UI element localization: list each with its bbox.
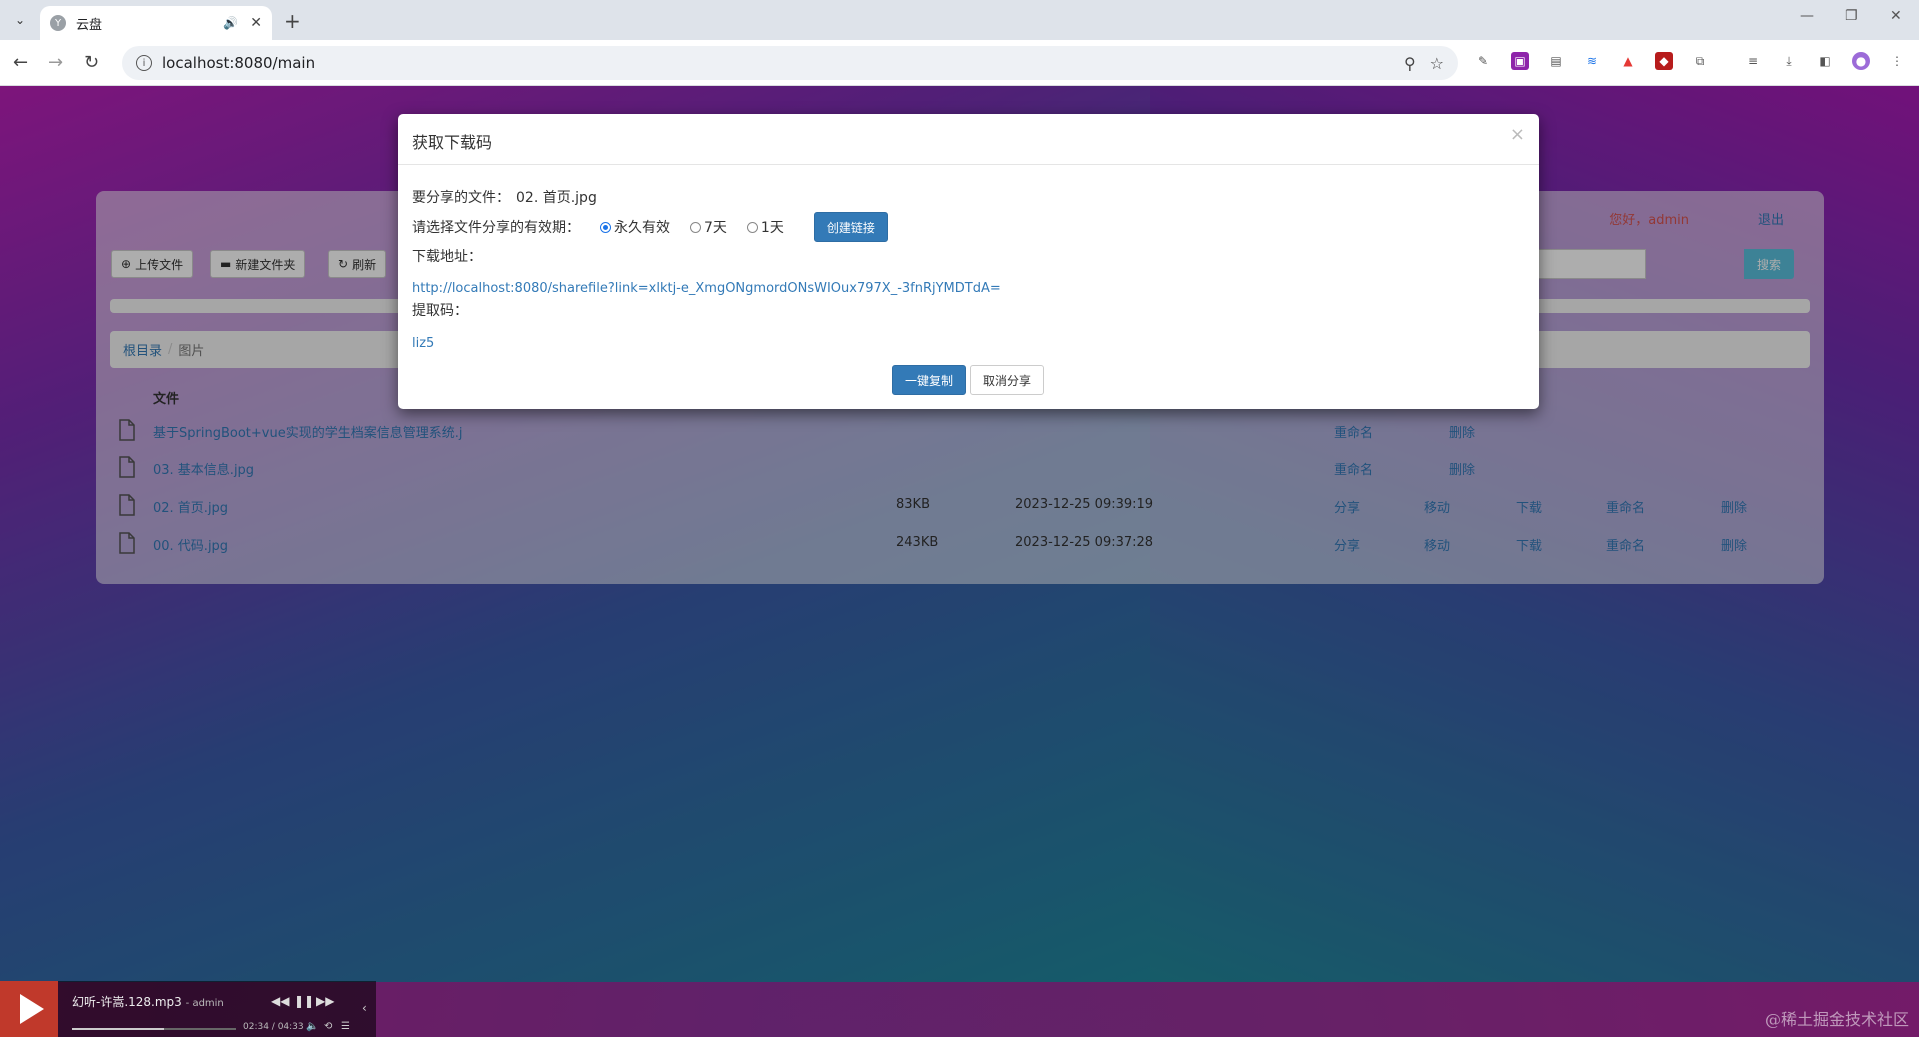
code-label: 提取码： bbox=[412, 303, 468, 319]
radio-1-day[interactable]: 1天 bbox=[746, 217, 784, 237]
radio-7-days[interactable]: 7天 bbox=[690, 217, 727, 237]
media-control-icon[interactable]: ≡ bbox=[1744, 52, 1762, 70]
zoom-icon[interactable]: ⚲ bbox=[1404, 54, 1416, 73]
toolbar: ← → ↻ i localhost:8080/main ⚲ ☆ ✎ ▣ ▤ ≋ … bbox=[0, 40, 1919, 86]
next-icon[interactable]: ▶▶ bbox=[316, 994, 334, 1008]
play-button[interactable] bbox=[0, 981, 58, 1037]
new-tab-icon[interactable]: + bbox=[284, 9, 301, 33]
share-file-label: 要分享的文件： bbox=[412, 190, 510, 206]
progress-slider[interactable] bbox=[72, 1028, 236, 1030]
volume-icon[interactable]: 🔈 bbox=[306, 1021, 318, 1032]
share-file-name: 02. 首页.jpg bbox=[516, 190, 597, 206]
extension-icon[interactable]: ▣ bbox=[1511, 52, 1529, 70]
extension-icon[interactable]: ≋ bbox=[1583, 52, 1601, 70]
previous-icon[interactable]: ◀◀ bbox=[271, 994, 289, 1008]
close-icon[interactable]: × bbox=[1510, 124, 1525, 145]
downloads-icon[interactable]: ⤓ bbox=[1780, 52, 1798, 70]
validity-label: 请选择文件分享的有效期： bbox=[412, 220, 580, 236]
collapse-player-icon[interactable]: ‹ bbox=[362, 1001, 367, 1015]
time-readout: 02:34 / 04:33 bbox=[243, 1022, 304, 1032]
download-label: 下载地址： bbox=[412, 249, 482, 265]
download-url-link[interactable]: http://localhost:8080/sharefile?link=xlk… bbox=[412, 281, 1001, 296]
side-panel-icon[interactable]: ◧ bbox=[1816, 52, 1834, 70]
ublock-icon[interactable]: ◆ bbox=[1655, 52, 1673, 70]
share-modal: 获取下载码 × 要分享的文件： 02. 首页.jpg 请选择文件分享的有效期： … bbox=[398, 114, 1539, 409]
forward-icon[interactable]: → bbox=[48, 52, 63, 73]
extension-icon[interactable]: ▤ bbox=[1547, 52, 1565, 70]
watermark: @稀土掘金技术社区 bbox=[1764, 1010, 1909, 1029]
back-icon[interactable]: ← bbox=[13, 52, 28, 73]
reload-icon[interactable]: ↻ bbox=[84, 52, 99, 73]
radio-icon[interactable] bbox=[746, 221, 758, 233]
song-artist: - admin bbox=[185, 998, 224, 1009]
tab-favicon-icon: Y bbox=[50, 15, 66, 31]
modal-header: 获取下载码 × bbox=[398, 114, 1539, 165]
share-file-row: 要分享的文件： 02. 首页.jpg bbox=[412, 187, 597, 207]
tab-search-icon[interactable]: ⌄ bbox=[8, 8, 32, 32]
cancel-share-button[interactable]: 取消分享 bbox=[970, 365, 1044, 395]
extensions-puzzle-icon[interactable]: ⧉ bbox=[1691, 52, 1709, 70]
extension-icon[interactable]: ▲ bbox=[1619, 52, 1637, 70]
tab-strip: ⌄ Y 云盘 🔊 ✕ + — ❐ ✕ bbox=[0, 0, 1919, 40]
music-player: 幻听-许嵩.128.mp3 - admin ◀◀ ❚❚ ▶▶ 02:34 / 0… bbox=[0, 981, 376, 1037]
tab-title: 云盘 bbox=[76, 17, 103, 33]
site-info-icon[interactable]: i bbox=[136, 55, 152, 71]
playlist-icon[interactable]: ☰ bbox=[341, 1021, 350, 1032]
tab-close-icon[interactable]: ✕ bbox=[250, 15, 262, 31]
song-info: 幻听-许嵩.128.mp3 - admin bbox=[72, 993, 224, 1010]
song-title: 幻听-许嵩.128.mp3 bbox=[72, 995, 182, 1009]
radio-selected-icon[interactable] bbox=[600, 221, 611, 233]
minimize-icon[interactable]: — bbox=[1800, 8, 1814, 24]
window-close-icon[interactable]: ✕ bbox=[1890, 8, 1902, 24]
tab-audio-icon[interactable]: 🔊 bbox=[223, 16, 238, 30]
address-bar[interactable]: i localhost:8080/main ⚲ ☆ bbox=[122, 46, 1458, 80]
extension-icon[interactable]: ✎ bbox=[1474, 52, 1492, 70]
radio-forever[interactable]: 永久有效 bbox=[600, 217, 670, 237]
extraction-code: liz5 bbox=[412, 336, 435, 351]
modal-title: 获取下载码 bbox=[412, 133, 493, 152]
url-text[interactable]: localhost:8080/main bbox=[162, 54, 1390, 72]
loop-icon[interactable]: ⟲ bbox=[324, 1021, 332, 1032]
validity-row: 请选择文件分享的有效期： 永久有效 7天 1天 创建链接 bbox=[412, 212, 888, 242]
pause-icon[interactable]: ❚❚ bbox=[294, 994, 314, 1008]
create-link-button[interactable]: 创建链接 bbox=[813, 212, 888, 242]
profile-avatar[interactable]: ● bbox=[1852, 52, 1870, 70]
radio-icon[interactable] bbox=[690, 221, 701, 233]
browser-menu-icon[interactable]: ⋮ bbox=[1888, 52, 1906, 70]
restore-icon[interactable]: ❐ bbox=[1845, 8, 1858, 24]
copy-button[interactable]: 一键复制 bbox=[892, 365, 966, 395]
browser-tab[interactable]: Y 云盘 🔊 ✕ bbox=[40, 6, 272, 40]
play-icon bbox=[20, 994, 44, 1024]
bookmark-star-icon[interactable]: ☆ bbox=[1430, 54, 1444, 73]
